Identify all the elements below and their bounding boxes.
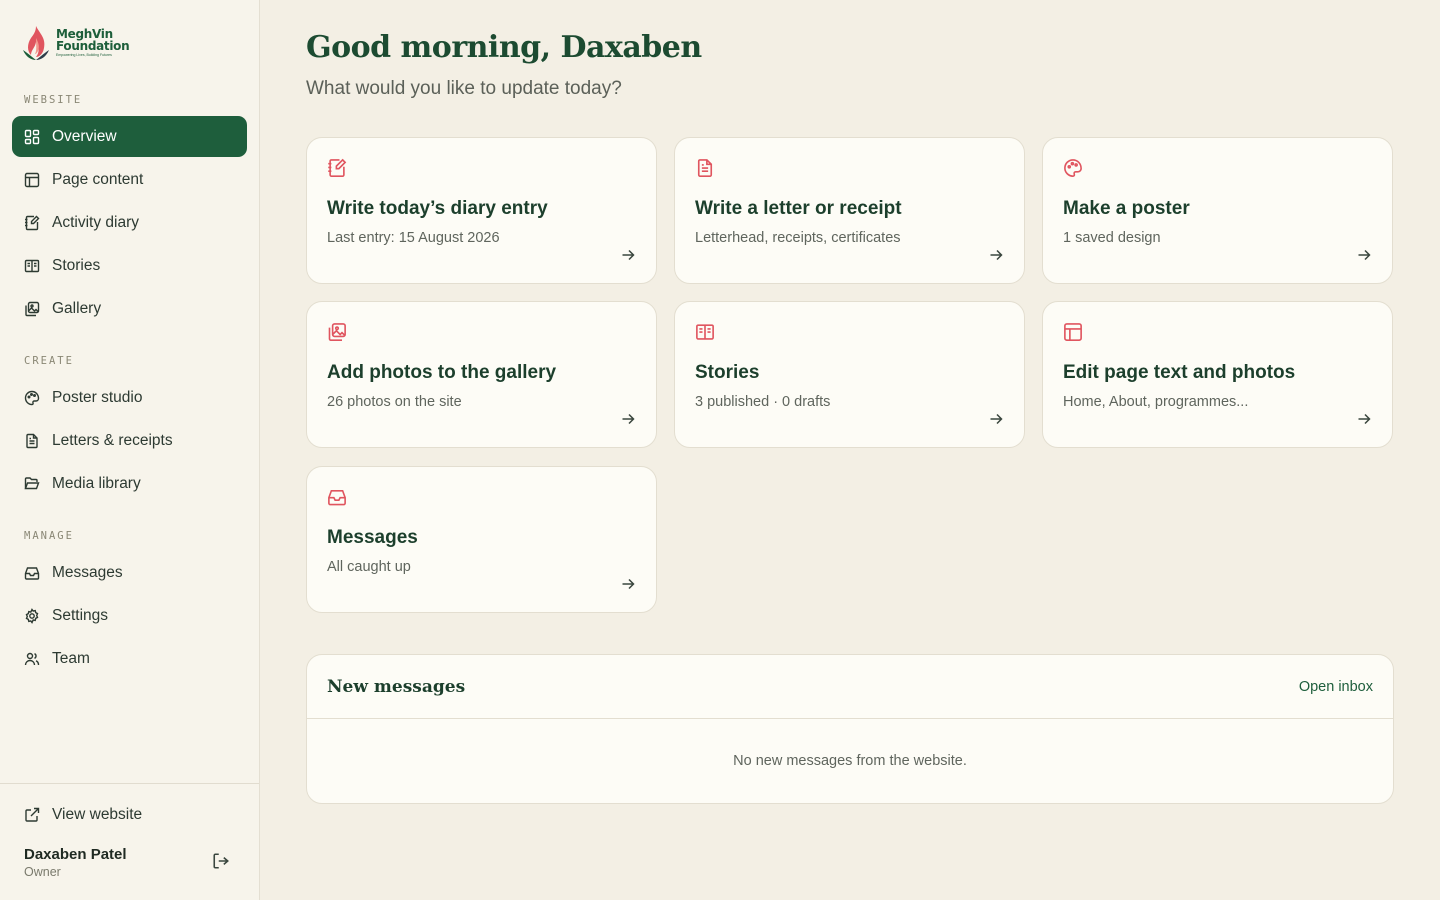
- inbox-icon: [24, 566, 40, 580]
- gear-icon: [25, 607, 39, 624]
- arrow-right-icon: [1358, 413, 1371, 425]
- book-open-icon: [696, 324, 714, 340]
- card-title: Edit page text and photos: [1063, 362, 1296, 383]
- book-open-icon: [24, 259, 40, 272]
- sidebar-item-label: Gallery: [52, 299, 102, 317]
- sidebar-item-label: Stories: [52, 256, 101, 274]
- logo[interactable]: MeghVin Foundation Empowering Lives, Bui…: [20, 24, 130, 62]
- arrow-right-icon: [1358, 249, 1371, 261]
- view-website-label: View website: [52, 805, 143, 823]
- card-subtitle: 26 photos on the site: [327, 394, 462, 410]
- empty-messages-text: No new messages from the website.: [733, 753, 967, 769]
- logo-text: MeghVin Foundation Empowering Lives, Bui…: [56, 28, 130, 58]
- arrow-right-icon: [990, 413, 1003, 425]
- card-title: Messages: [327, 527, 418, 548]
- card-edit-page[interactable]: Edit page text and photos Home, About, p…: [1042, 301, 1393, 448]
- sidebar-item-media-library[interactable]: Media library: [12, 463, 247, 504]
- open-inbox-link[interactable]: Open inbox: [1299, 679, 1373, 695]
- card-subtitle: 3 published · 0 drafts: [695, 394, 831, 410]
- card-add-photos[interactable]: Add photos to the gallery 26 photos on t…: [306, 301, 657, 448]
- sidebar-item-label: Activity diary: [52, 213, 139, 231]
- card-title: Stories: [695, 362, 760, 383]
- palette-icon: [1064, 159, 1082, 177]
- sidebar-item-page-content[interactable]: Page content: [12, 159, 247, 200]
- card-subtitle: Home, About, programmes...: [1063, 394, 1249, 410]
- layout-icon: [1064, 323, 1082, 341]
- section-label-manage: MANAGE: [24, 530, 74, 542]
- page-title: Good morning, Daxaben: [306, 30, 702, 65]
- arrow-right-icon: [622, 578, 635, 590]
- sidebar: MeghVin Foundation Empowering Lives, Bui…: [0, 0, 260, 900]
- sidebar-item-label: Letters & receipts: [52, 431, 173, 449]
- card-subtitle: Letterhead, receipts, certificates: [695, 230, 901, 246]
- card-title: Make a poster: [1063, 198, 1190, 219]
- external-link-icon: [25, 807, 40, 822]
- brand-name-line2: Foundation: [56, 39, 130, 54]
- card-subtitle: 1 saved design: [1063, 230, 1161, 246]
- sidebar-item-label: Overview: [52, 127, 117, 145]
- folder-open-icon: [24, 476, 40, 489]
- card-title: Write a letter or receipt: [695, 198, 902, 219]
- card-letter-receipt[interactable]: Write a letter or receipt Letterhead, re…: [674, 137, 1025, 284]
- sidebar-item-stories[interactable]: Stories: [12, 245, 247, 286]
- arrow-right-icon: [622, 249, 635, 261]
- logout-icon[interactable]: [212, 852, 230, 870]
- file-text-icon: [697, 159, 713, 177]
- card-stories[interactable]: Stories 3 published · 0 drafts: [674, 301, 1025, 448]
- page-subtitle: What would you like to update today?: [306, 78, 622, 99]
- sidebar-item-label: Messages: [52, 563, 123, 581]
- user-role: Owner: [24, 865, 61, 879]
- new-messages-title: New messages: [327, 676, 466, 697]
- arrow-right-icon: [990, 249, 1003, 261]
- sidebar-item-label: Media library: [52, 474, 141, 492]
- layout-icon: [24, 172, 40, 187]
- notebook-pen-icon: [25, 215, 40, 230]
- sidebar-item-label: Page content: [52, 170, 144, 188]
- card-diary-entry[interactable]: Write today’s diary entry Last entry: 15…: [306, 137, 657, 284]
- sidebar-item-poster-studio[interactable]: Poster studio: [12, 377, 247, 418]
- dashboard-icon: [24, 129, 40, 144]
- arrow-right-icon: [622, 413, 635, 425]
- sidebar-item-settings[interactable]: Settings: [12, 595, 247, 636]
- sidebar-item-team[interactable]: Team: [12, 638, 247, 679]
- sidebar-item-gallery[interactable]: Gallery: [12, 288, 247, 329]
- sidebar-divider: [0, 783, 259, 784]
- sidebar-item-overview[interactable]: Overview: [12, 116, 247, 157]
- users-icon: [24, 652, 40, 665]
- view-website-link[interactable]: View website: [12, 794, 247, 835]
- sidebar-item-messages[interactable]: Messages: [12, 552, 247, 593]
- images-icon: [328, 323, 346, 341]
- images-icon: [25, 301, 40, 316]
- flame-logo-icon: [23, 26, 49, 60]
- card-title: Add photos to the gallery: [327, 362, 557, 383]
- sidebar-item-label: Team: [52, 649, 90, 667]
- new-messages-panel: New messages Open inbox No new messages …: [306, 654, 1394, 804]
- brand-tagline: Empowering Lives, Building Futures: [56, 53, 112, 58]
- card-subtitle: All caught up: [327, 559, 411, 575]
- user-name: Daxaben Patel: [24, 846, 127, 863]
- card-messages[interactable]: Messages All caught up: [306, 466, 657, 613]
- notebook-pen-icon: [328, 158, 347, 177]
- card-title: Write today’s diary entry: [327, 198, 548, 219]
- card-make-poster[interactable]: Make a poster 1 saved design: [1042, 137, 1393, 284]
- section-label-website: WEBSITE: [24, 94, 83, 106]
- new-messages-header: New messages Open inbox: [307, 655, 1393, 719]
- section-label-create: CREATE: [24, 355, 74, 367]
- file-text-icon: [26, 433, 38, 448]
- sidebar-item-activity-diary[interactable]: Activity diary: [12, 202, 247, 243]
- sidebar-item-letters-receipts[interactable]: Letters & receipts: [12, 420, 247, 461]
- inbox-icon: [328, 489, 346, 506]
- card-subtitle: Last entry: 15 August 2026: [327, 230, 500, 246]
- sidebar-item-label: Poster studio: [52, 388, 143, 406]
- sidebar-item-label: Settings: [52, 606, 109, 624]
- palette-icon: [24, 390, 40, 405]
